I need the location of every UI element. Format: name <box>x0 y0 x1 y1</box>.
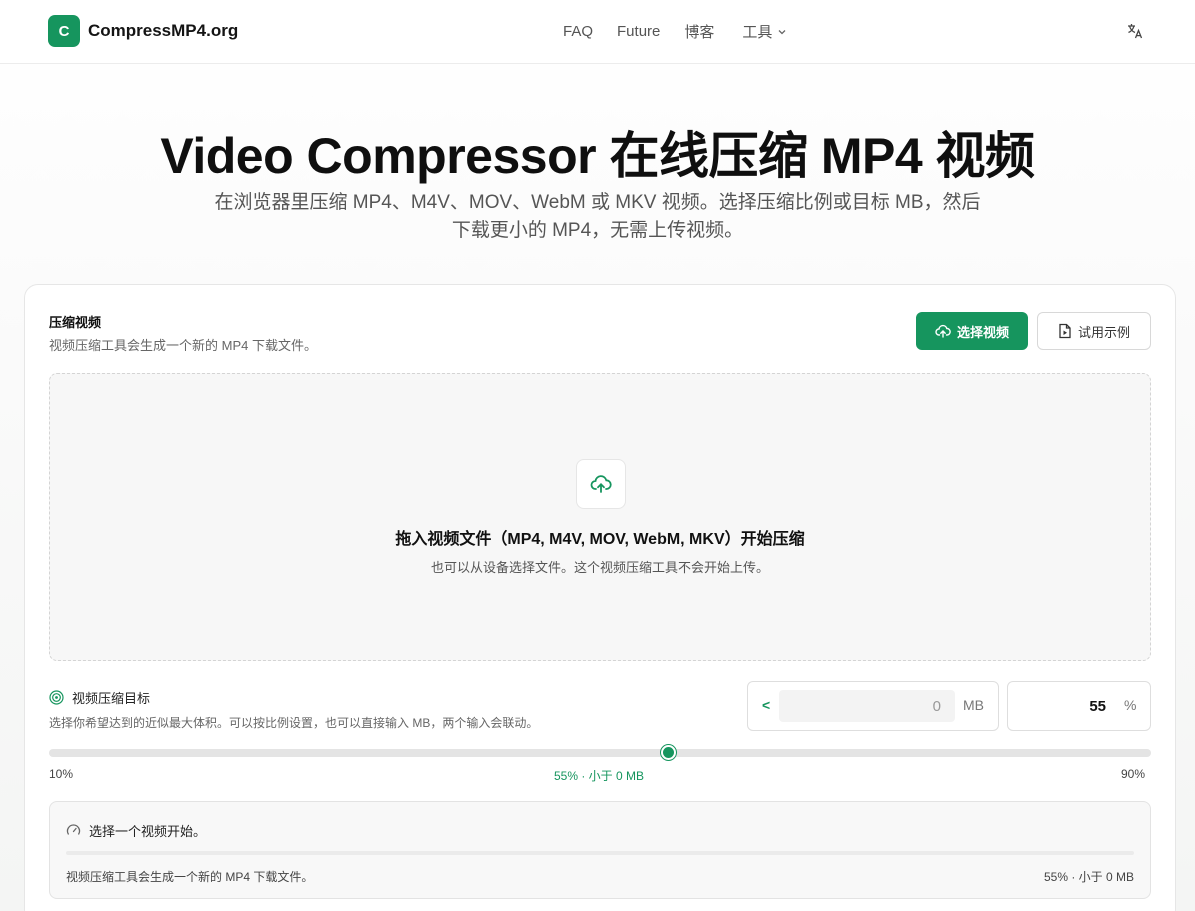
target-icon <box>49 690 64 705</box>
dropzone-title: 拖入视频文件（MP4, M4V, MOV, WebM, MKV）开始压缩 <box>395 531 805 548</box>
page-title: Video Compressor 在线压缩 MP4 视频 <box>160 128 1035 184</box>
site-name: CompressMP4.org <box>88 21 239 40</box>
compression-slider-track[interactable] <box>49 749 1151 757</box>
compressor-card: 压缩视频 视频压缩工具会生成一个新的 MP4 下载文件。 选择视频 试用示例 拖… <box>24 284 1176 911</box>
cloud-upload-icon <box>935 324 951 338</box>
dropzone-subtitle: 也可以从设备选择文件。这个视频压缩工具不会开始上传。 <box>430 560 769 575</box>
gauge-icon <box>66 824 81 835</box>
compression-target-description: 选择你希望达到的近似最大体积。可以按比例设置，也可以直接输入 MB，两个输入会联… <box>49 716 539 730</box>
nav-blog[interactable]: 博客 <box>684 21 714 42</box>
slider-max-label: 90% <box>1121 767 1146 781</box>
nav-faq[interactable]: FAQ <box>563 23 593 40</box>
compression-target-heading: 视频压缩目标 <box>49 688 150 707</box>
status-footer: 视频压缩工具会生成一个新的 MP4 下载文件。 <box>66 870 314 884</box>
percent-unit-label: % <box>1124 697 1137 713</box>
target-mb-input[interactable] <box>779 690 955 722</box>
status-summary: 55% · 小于 0 MB <box>1043 870 1134 884</box>
compression-target-label: 视频压缩目标 <box>72 691 151 706</box>
status-message-text: 选择一个视频开始。 <box>89 824 207 839</box>
main-nav: FAQ Future 博客 工具 <box>563 21 787 42</box>
file-video-icon <box>1059 323 1071 339</box>
nav-tools-dropdown[interactable]: 工具 <box>742 21 787 42</box>
slider-value-label: 55% · 小于 0 MB <box>553 769 645 783</box>
try-sample-label: 试用示例 <box>1077 324 1130 340</box>
page-subtitle: 在浏览器里压缩 MP4、M4V、MOV、WebM 或 MKV 视频。选择压缩比例… <box>214 192 981 241</box>
slider-min-label: 10% <box>49 767 74 781</box>
progress-bar <box>66 851 1134 855</box>
card-description: 视频压缩工具会生成一个新的 MP4 下载文件。 <box>49 338 317 353</box>
less-than-symbol: < <box>762 697 771 713</box>
card-title: 压缩视频 <box>49 315 102 330</box>
top-navigation-bar: C CompressMP4.org FAQ Future 博客 工具 <box>0 0 1195 64</box>
translate-icon[interactable] <box>1125 21 1145 41</box>
select-video-button[interactable]: 选择视频 <box>916 312 1028 350</box>
file-dropzone[interactable]: 拖入视频文件（MP4, M4V, MOV, WebM, MKV）开始压缩 也可以… <box>49 373 1151 661</box>
target-percent-input[interactable] <box>1016 691 1106 721</box>
mb-unit-label: MB <box>963 697 984 713</box>
chevron-down-icon <box>778 29 786 34</box>
status-panel: 选择一个视频开始。 视频压缩工具会生成一个新的 MP4 下载文件。 55% · … <box>49 801 1151 899</box>
select-video-label: 选择视频 <box>956 324 1009 340</box>
try-sample-button[interactable]: 试用示例 <box>1037 312 1151 350</box>
cloud-upload-icon <box>590 475 612 493</box>
compression-slider-thumb[interactable] <box>661 745 677 760</box>
logo-mark: C <box>48 15 80 47</box>
nav-tools-label: 工具 <box>742 24 773 41</box>
site-logo[interactable]: C CompressMP4.org <box>48 15 238 47</box>
upload-badge <box>576 459 626 509</box>
target-size-field: < MB <box>747 681 999 731</box>
target-percent-field: % <box>1007 681 1151 731</box>
nav-future[interactable]: Future <box>617 23 660 40</box>
status-message: 选择一个视频开始。 <box>66 821 206 840</box>
